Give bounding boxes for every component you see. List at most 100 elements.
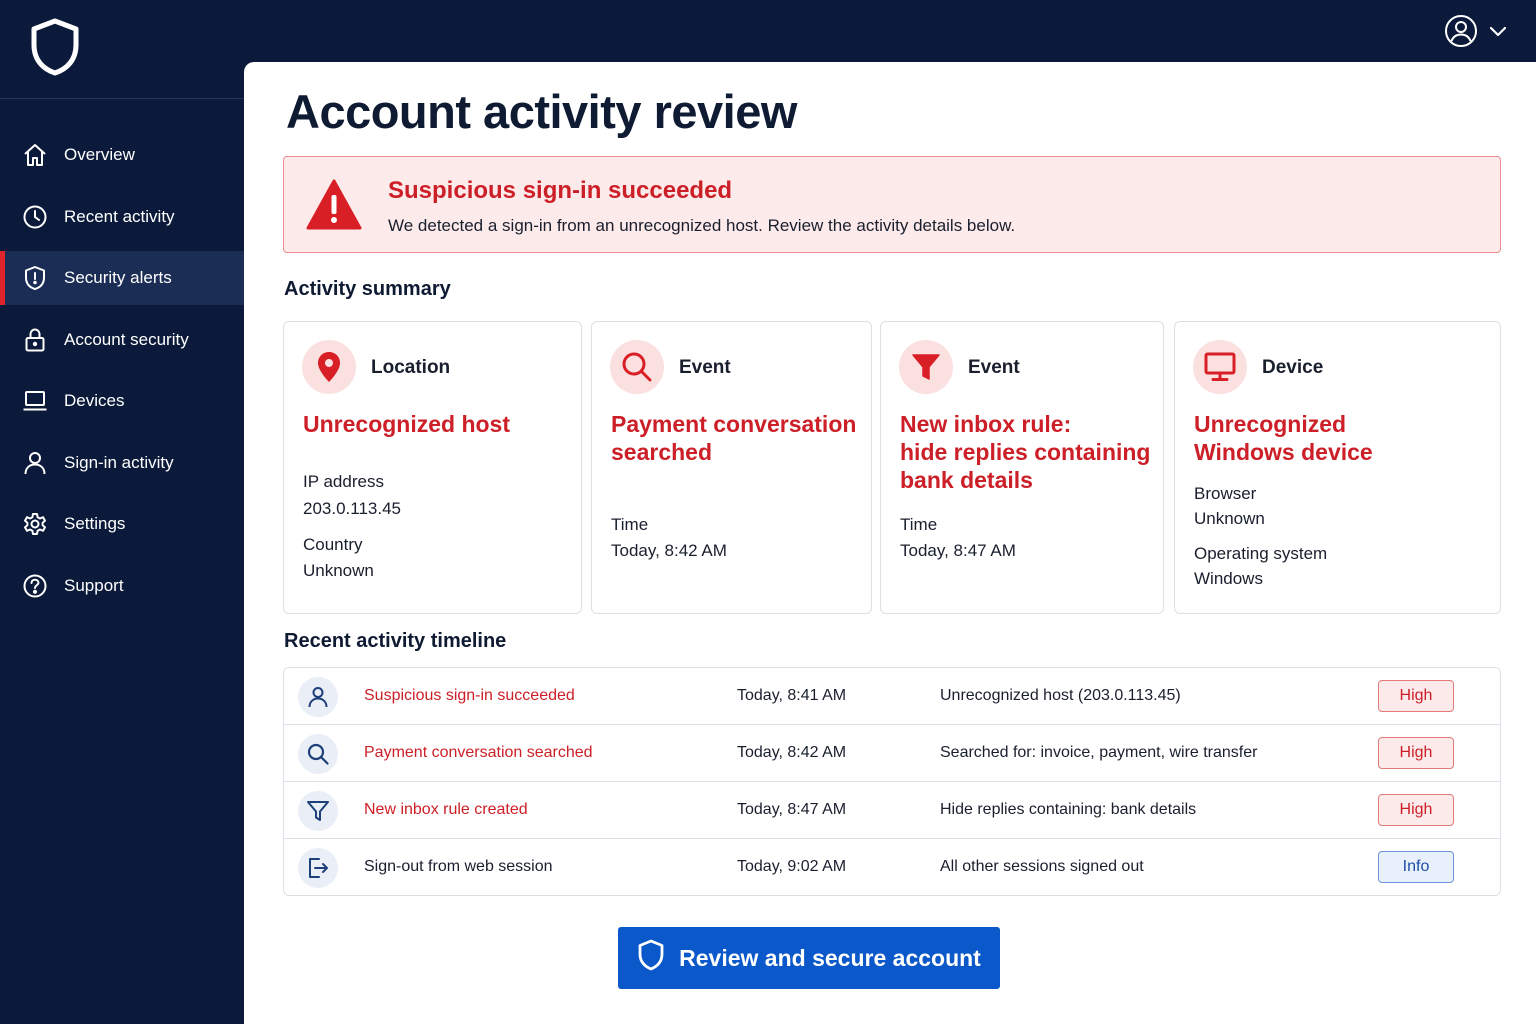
home-icon: [22, 142, 48, 168]
card-field-label: Time: [900, 515, 938, 534]
sidebar-item-support[interactable]: Support: [0, 559, 244, 613]
card-headline-line: Windows device: [1194, 439, 1373, 465]
card-field-label: Country: [303, 535, 363, 554]
table-row[interactable]: New inbox rule created Today, 8:47 AM Hi…: [284, 782, 1500, 839]
timeline-detail: Searched for: invoice, payment, wire tra…: [940, 744, 1258, 761]
help-icon: [22, 573, 48, 599]
card-type: Event: [968, 357, 1020, 378]
card-field-label: IP address: [303, 472, 384, 491]
sidebar-item-label: Account security: [64, 329, 189, 349]
alert-text: We detected a sign-in from an unrecogniz…: [388, 216, 1016, 235]
sidebar-item-label: Overview: [64, 145, 135, 164]
card-headline: Unrecognized Windows device: [1194, 410, 1490, 466]
cta-label: Review and secure account: [679, 944, 981, 971]
location-pin-icon: [302, 340, 356, 394]
card-field-value: Today, 8:42 AM: [611, 541, 727, 560]
sidebar-item-account-security[interactable]: Account security: [0, 313, 244, 367]
timeline-detail: Unrecognized host (203.0.113.45): [940, 687, 1181, 704]
card-headline-line: bank details: [900, 467, 1033, 493]
timeline-heading: Recent activity timeline: [284, 630, 507, 652]
card-field-label: Operating system: [1194, 544, 1328, 563]
card-field-value: 203.0.113.45: [303, 499, 401, 518]
sidebar-item-label: Settings: [64, 514, 126, 533]
card-type: Event: [679, 357, 731, 378]
sign-out-icon: [298, 848, 338, 888]
card-headline-line: New inbox rule:: [900, 411, 1072, 437]
card-headline: Unrecognized host: [303, 411, 511, 437]
card-field-value: Unknown: [303, 561, 374, 580]
chevron-down-icon: [1488, 24, 1508, 43]
timeline-event[interactable]: Suspicious sign-in succeeded: [364, 687, 575, 705]
severity-badge: High: [1378, 794, 1454, 826]
activity-summary-heading: Activity summary: [284, 278, 451, 300]
user-menu[interactable]: [1444, 14, 1508, 53]
severity-badge: High: [1378, 737, 1454, 769]
sidebar-item-label: Support: [64, 575, 124, 595]
sidebar-item-label: Security alerts: [64, 268, 172, 287]
table-row[interactable]: Payment conversation searched Today, 8:4…: [284, 725, 1500, 782]
laptop-icon: [22, 388, 48, 414]
card-field-value: Unknown: [1194, 509, 1265, 528]
search-icon: [610, 340, 664, 394]
person-icon: [22, 450, 48, 476]
card-headline-line: Unrecognized: [1194, 411, 1347, 437]
sidebar-item-label: Recent activity: [64, 206, 175, 226]
sidebar: Overview Recent activity Security alerts…: [0, 0, 244, 1024]
shield-icon: [637, 939, 665, 977]
summary-card-event-search: Event Payment conversation searched Time…: [591, 321, 872, 614]
activity-timeline: Suspicious sign-in succeeded Today, 8:41…: [283, 667, 1501, 896]
card-headline-line: Payment conversation: [611, 411, 857, 437]
filter-icon: [298, 791, 338, 831]
timeline-time: Today, 8:47 AM: [737, 801, 847, 818]
summary-card-event-inbox-rule: Event New inbox rule: hide replies conta…: [880, 321, 1164, 614]
card-field-label: Time: [611, 515, 649, 534]
card-field-value: Windows: [1194, 569, 1263, 588]
card-headline-line: searched: [611, 439, 713, 465]
lock-icon: [22, 327, 48, 353]
search-icon: [298, 734, 338, 774]
alert-title: Suspicious sign-in succeeded: [388, 177, 733, 204]
monitor-icon: [1193, 340, 1247, 394]
shield-icon: [30, 18, 80, 81]
sidebar-item-security-alerts[interactable]: Security alerts: [0, 251, 244, 305]
sidebar-item-devices[interactable]: Devices: [0, 374, 244, 428]
card-field-value: Today, 8:47 AM: [900, 541, 1016, 560]
timeline-detail: All other sessions signed out: [940, 858, 1144, 875]
sidebar-item-recent-activity[interactable]: Recent activity: [0, 190, 244, 244]
user-icon: [298, 677, 338, 717]
severity-badge: High: [1378, 680, 1454, 712]
card-headline: New inbox rule: hide replies containing …: [900, 410, 1153, 494]
card-headline-line: hide replies containing: [900, 439, 1151, 465]
timeline-time: Today, 8:41 AM: [737, 687, 847, 704]
page-title: Account activity review: [286, 85, 797, 138]
card-type: Location: [371, 357, 451, 378]
shield-alert-icon: [22, 265, 48, 291]
card-headline: Payment conversation searched: [611, 410, 861, 466]
table-row[interactable]: Sign-out from web session Today, 9:02 AM…: [284, 839, 1500, 895]
card-type: Device: [1262, 357, 1324, 378]
timeline-detail: Hide replies containing: bank details: [940, 801, 1197, 818]
sidebar-item-label: Sign-in activity: [64, 452, 174, 472]
timeline-event[interactable]: Sign-out from web session: [364, 858, 553, 876]
gear-icon: [22, 511, 48, 537]
card-field-label: Browser: [1194, 484, 1257, 503]
main-panel: Account activity review Suspicious sign-…: [244, 62, 1536, 1024]
timeline-event[interactable]: New inbox rule created: [364, 801, 528, 819]
sidebar-nav: Overview Recent activity Security alerts…: [0, 128, 244, 613]
sidebar-item-label: Devices: [64, 391, 125, 410]
user-avatar-icon: [1444, 14, 1478, 53]
filter-icon: [899, 340, 953, 394]
review-secure-account-button[interactable]: Review and secure account: [618, 927, 1000, 989]
logo[interactable]: [0, 0, 244, 99]
sidebar-item-overview[interactable]: Overview: [0, 128, 244, 182]
timeline-event[interactable]: Payment conversation searched: [364, 744, 593, 762]
timeline-time: Today, 8:42 AM: [737, 744, 847, 761]
summary-card-device: Device Unrecognized Windows device Brows…: [1174, 321, 1501, 614]
summary-card-location: Location Unrecognized host IP address 20…: [283, 321, 582, 614]
alert-banner: Suspicious sign-in succeeded We detected…: [283, 156, 1501, 253]
table-row[interactable]: Suspicious sign-in succeeded Today, 8:41…: [284, 668, 1500, 725]
sidebar-item-settings[interactable]: Settings: [0, 497, 244, 551]
timeline-time: Today, 9:02 AM: [737, 858, 847, 875]
sidebar-item-sign-in-activity[interactable]: Sign-in activity: [0, 436, 244, 490]
clock-icon: [22, 204, 48, 230]
